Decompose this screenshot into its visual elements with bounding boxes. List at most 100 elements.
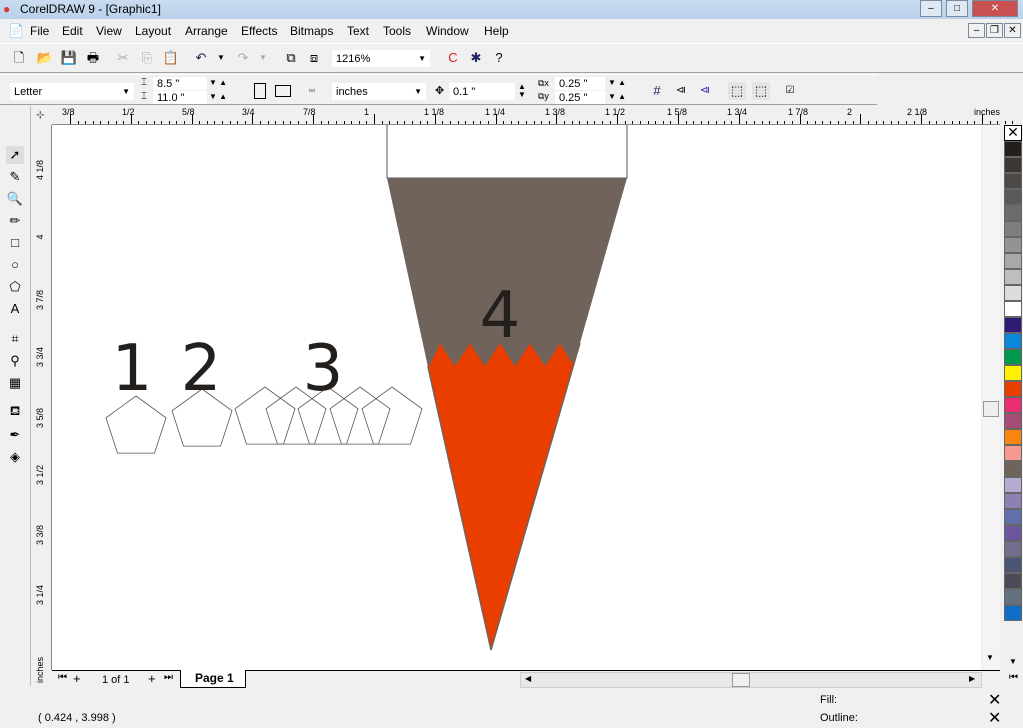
duplicate-x-input[interactable]: 0.25 " bbox=[555, 77, 605, 90]
fill-tool-icon[interactable]: ⛾ bbox=[6, 402, 24, 420]
color-swatch[interactable] bbox=[1004, 413, 1022, 429]
copy-icon[interactable]: ⎘ bbox=[138, 49, 156, 67]
color-swatch[interactable] bbox=[1004, 205, 1022, 221]
menu-file[interactable]: File bbox=[30, 24, 49, 38]
portrait-icon[interactable] bbox=[254, 83, 266, 99]
page-width-spinner[interactable]: ▼ ▲ bbox=[209, 78, 227, 87]
redo-dropdown-icon[interactable]: ▼ bbox=[254, 49, 272, 67]
menu-layout[interactable]: Layout bbox=[135, 24, 171, 38]
color-swatch[interactable] bbox=[1004, 525, 1022, 541]
outline-tool-icon[interactable]: ✒ bbox=[6, 426, 24, 444]
snap-to-objects-icon[interactable]: ⧏ bbox=[696, 82, 714, 100]
undo-icon[interactable]: ↶ bbox=[192, 49, 210, 67]
drawing-canvas[interactable]: 1 2 3 4 bbox=[52, 125, 981, 670]
page-height-input[interactable]: 11.0 " bbox=[153, 91, 207, 104]
color-swatch[interactable] bbox=[1004, 157, 1022, 173]
print-icon[interactable]: 🖶 bbox=[84, 49, 102, 67]
label-4[interactable]: 4 bbox=[480, 279, 521, 353]
color-swatch[interactable] bbox=[1004, 141, 1022, 157]
palette-flyout-icon[interactable]: ⏮ bbox=[1009, 672, 1018, 683]
shape-tool-icon[interactable]: ✎ bbox=[6, 168, 24, 186]
snap-to-grid-icon[interactable]: # bbox=[648, 82, 666, 100]
doc-minimize-button[interactable]: – bbox=[968, 23, 985, 38]
horizontal-scroll-thumb[interactable] bbox=[732, 673, 750, 687]
color-swatch[interactable] bbox=[1004, 509, 1022, 525]
color-swatch[interactable] bbox=[1004, 349, 1022, 365]
eyedropper-tool-icon[interactable]: ⚲ bbox=[6, 352, 24, 370]
doc-close-button[interactable]: ✕ bbox=[1004, 23, 1021, 38]
facing-pages-icon[interactable]: ▫▫ bbox=[303, 81, 321, 99]
options-icon[interactable]: ☑ bbox=[781, 82, 799, 100]
new-icon[interactable]: 🗋 bbox=[10, 49, 28, 67]
fill-none-icon[interactable]: ✕ bbox=[988, 690, 1001, 710]
page-width-input[interactable]: 8.5 " bbox=[153, 77, 207, 90]
color-swatch[interactable] bbox=[1004, 573, 1022, 589]
corel-online-icon[interactable]: C bbox=[444, 49, 462, 67]
menu-bitmaps[interactable]: Bitmaps bbox=[290, 24, 333, 38]
color-swatch[interactable] bbox=[1004, 493, 1022, 509]
color-swatch[interactable] bbox=[1004, 541, 1022, 557]
paper-type-select[interactable]: Letter ▼ bbox=[10, 83, 134, 100]
nudge-offset-input[interactable]: 0.1 " bbox=[449, 83, 515, 100]
color-swatch[interactable] bbox=[1004, 285, 1022, 301]
color-swatch[interactable] bbox=[1004, 429, 1022, 445]
polygon-tool-icon[interactable]: ⬠ bbox=[6, 278, 24, 296]
menu-edit[interactable]: Edit bbox=[62, 24, 83, 38]
text-tool-icon[interactable]: A bbox=[6, 300, 24, 318]
color-swatch[interactable] bbox=[1004, 445, 1022, 461]
palette-scroll-down-icon[interactable]: ▼ bbox=[1009, 657, 1017, 666]
redo-icon[interactable]: ↷ bbox=[234, 49, 252, 67]
treat-as-filled-icon[interactable]: ⬚ bbox=[728, 82, 746, 100]
menu-window[interactable]: Window bbox=[426, 24, 469, 38]
doc-restore-button[interactable]: ❐ bbox=[986, 23, 1003, 38]
pick-tool-icon[interactable]: ➚ bbox=[6, 146, 24, 164]
application-launcher-icon[interactable]: ✱ bbox=[467, 49, 485, 67]
add-page-before-icon[interactable]: + bbox=[73, 671, 81, 686]
label-1[interactable]: 1 bbox=[112, 332, 153, 406]
horizontal-scrollbar[interactable]: ◀ ▶ bbox=[520, 672, 982, 688]
first-page-icon[interactable]: ⏮ bbox=[58, 672, 67, 683]
color-swatch[interactable] bbox=[1004, 317, 1022, 333]
paint-bucket-tool-icon[interactable]: ◈ bbox=[6, 448, 24, 466]
color-swatch[interactable] bbox=[1004, 269, 1022, 285]
menu-arrange[interactable]: Arrange bbox=[185, 24, 228, 38]
export-icon[interactable]: ⧈ bbox=[305, 49, 323, 67]
menu-help[interactable]: Help bbox=[484, 24, 509, 38]
units-select[interactable]: inches ▼ bbox=[332, 83, 426, 100]
duplicate-y-input[interactable]: 0.25 " bbox=[555, 91, 605, 104]
color-swatch[interactable] bbox=[1004, 237, 1022, 253]
color-swatch[interactable] bbox=[1004, 221, 1022, 237]
page-tab[interactable]: Page 1 bbox=[180, 670, 246, 688]
rectangle-tool-icon[interactable]: □ bbox=[6, 234, 24, 252]
zoom-level-select[interactable]: 1216% ▼ bbox=[332, 50, 430, 67]
color-swatch[interactable] bbox=[1004, 301, 1022, 317]
vertical-ruler[interactable]: 4 1/8 4 3 7/8 3 3/4 3 5/8 3 1/2 3 3/8 3 1/4 inch… bbox=[32, 125, 52, 683]
undo-dropdown-icon[interactable]: ▼ bbox=[212, 49, 230, 67]
zoom-tool-icon[interactable]: 🔍 bbox=[6, 190, 24, 208]
nudge-spinner[interactable]: ▲ ▼ bbox=[518, 83, 526, 99]
color-swatch[interactable] bbox=[1004, 477, 1022, 493]
last-page-icon[interactable]: ⏭ bbox=[164, 672, 173, 683]
whats-this-help-icon[interactable]: ? bbox=[490, 49, 508, 67]
pencil-lead-shape[interactable] bbox=[427, 340, 581, 651]
close-button[interactable]: ✕ bbox=[972, 0, 1018, 17]
color-swatch[interactable] bbox=[1004, 381, 1022, 397]
interactive-fill-tool-icon[interactable]: ▦ bbox=[6, 374, 24, 392]
pencil-eraser-rect[interactable] bbox=[386, 125, 628, 179]
add-page-after-icon[interactable]: + bbox=[148, 671, 156, 686]
draw-selected-icon[interactable]: ⬚ bbox=[752, 82, 770, 100]
landscape-icon[interactable] bbox=[275, 85, 291, 97]
menu-effects[interactable]: Effects bbox=[241, 24, 277, 38]
duplicate-x-spinner[interactable]: ▼ ▲ bbox=[608, 78, 626, 87]
outline-none-icon[interactable]: ✕ bbox=[988, 708, 1001, 728]
color-swatch[interactable] bbox=[1004, 461, 1022, 477]
menu-tools[interactable]: Tools bbox=[383, 24, 411, 38]
scroll-down-icon[interactable]: ▼ bbox=[986, 653, 994, 662]
page-height-spinner[interactable]: ▼ ▲ bbox=[209, 92, 227, 101]
menu-text[interactable]: Text bbox=[347, 24, 369, 38]
paste-icon[interactable]: 📋 bbox=[162, 49, 180, 67]
color-swatch[interactable] bbox=[1004, 365, 1022, 381]
color-swatch[interactable] bbox=[1004, 589, 1022, 605]
scroll-right-icon[interactable]: ▶ bbox=[969, 674, 975, 683]
color-swatch[interactable] bbox=[1004, 333, 1022, 349]
